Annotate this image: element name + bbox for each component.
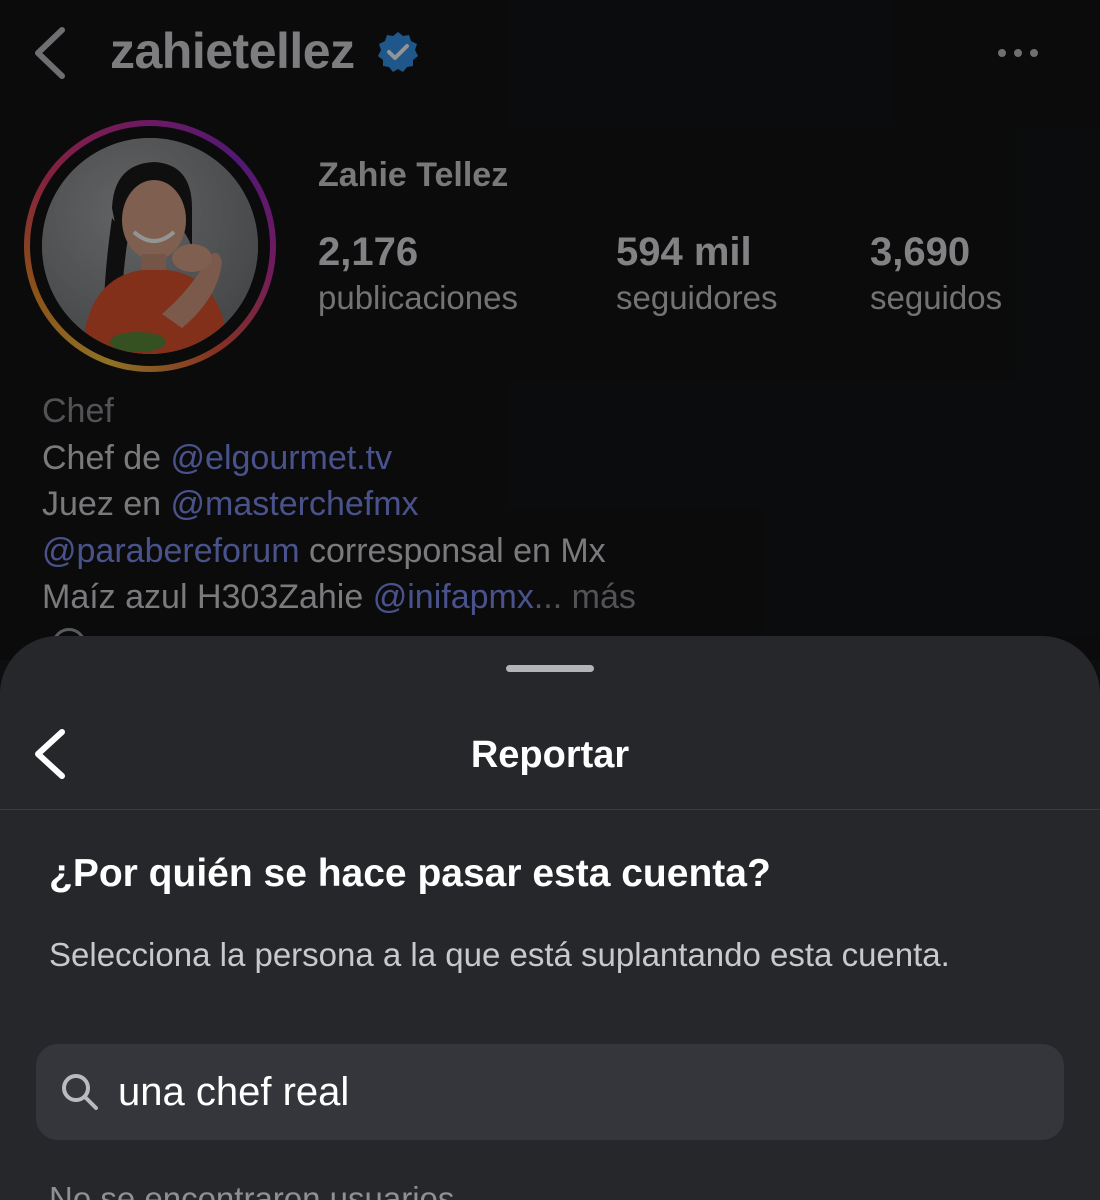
bio-text: corresponsal en Mx <box>299 531 606 570</box>
verified-badge-icon <box>376 30 420 74</box>
mention-link[interactable]: @inifapmx <box>373 578 534 616</box>
sheet-title: Reportar <box>470 734 630 776</box>
search-input[interactable] <box>118 1060 1038 1124</box>
stat-following-value: 3,690 <box>870 230 971 274</box>
profile-bio: Chef Chef de @elgourmet.tv Juez en @mast… <box>42 388 636 621</box>
stat-following-label: seguidos <box>870 279 1003 316</box>
stat-followers-label: seguidores <box>616 279 778 316</box>
mention-link[interactable]: @masterchefmx <box>171 485 419 523</box>
more-options-icon[interactable] <box>996 38 1040 68</box>
stat-posts-label: publicaciones <box>318 279 518 316</box>
stat-following[interactable]: 3,690 seguidos <box>870 228 1002 320</box>
stat-followers-value: 594 mil <box>616 230 752 274</box>
report-question: ¿Por quién se hace pasar esta cuenta? <box>49 852 771 895</box>
search-field[interactable] <box>36 1044 1064 1140</box>
profile-screen: zahietellez Zahie Tellez 2,176 publicaci… <box>0 0 1100 662</box>
report-helper-text: Selecciona la persona a la que está supl… <box>49 936 950 973</box>
back-arrow-icon[interactable] <box>30 26 70 80</box>
bio-text: Juez en <box>42 485 171 523</box>
bio-line: Maíz azul H303Zahie @inifapmx... más <box>42 574 636 621</box>
stat-followers[interactable]: 594 mil seguidores <box>616 228 777 320</box>
bio-text: Chef de <box>42 438 171 477</box>
stat-posts-value: 2,176 <box>318 230 419 274</box>
bio-line: Juez en @masterchefmx <box>42 481 636 528</box>
sheet-grabber[interactable] <box>506 665 594 672</box>
report-bottom-sheet: Reportar ¿Por quién se hace pasar esta c… <box>0 636 1100 1200</box>
profile-avatar[interactable] <box>42 138 258 354</box>
bio-category: Chef <box>42 392 114 430</box>
profile-username: zahietellez <box>110 23 355 79</box>
search-icon <box>60 1072 100 1112</box>
no-results-message: No se encontraron usuarios <box>49 1180 455 1200</box>
bio-text: Maíz azul H303Zahie <box>42 578 373 616</box>
bio-more-link[interactable]: ... más <box>534 578 636 616</box>
bio-line: @parabereforum corresponsal en Mx <box>42 528 636 575</box>
profile-display-name: Zahie Tellez <box>318 156 509 194</box>
divider <box>0 809 1100 810</box>
mention-link[interactable]: @elgourmet.tv <box>171 439 393 477</box>
bio-line: Chef de @elgourmet.tv <box>42 435 636 482</box>
stat-posts[interactable]: 2,176 publicaciones <box>318 228 518 320</box>
mention-link[interactable]: @parabereforum <box>42 532 300 570</box>
